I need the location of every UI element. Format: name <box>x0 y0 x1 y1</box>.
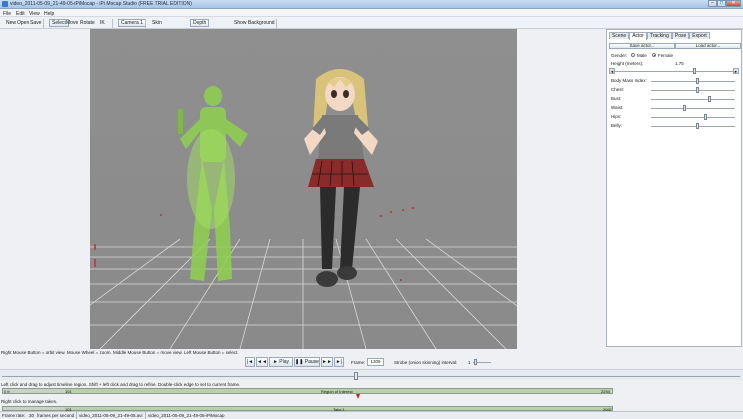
step-back-button[interactable]: ◄◄ <box>256 357 268 367</box>
region-left: 101 <box>65 389 72 394</box>
timeline-track[interactable] <box>2 376 740 377</box>
panel-tabs: Scene Actor Tracking Pose Export <box>609 32 710 40</box>
status-divider <box>76 412 77 419</box>
gender-male-radio[interactable] <box>631 53 635 57</box>
save-button[interactable]: Save <box>30 20 41 26</box>
toolbar-separator <box>145 19 146 28</box>
minimize-button[interactable]: – <box>708 0 717 7</box>
takes-hint: Right click to manage takes. <box>1 399 58 404</box>
strobe-label: Strobe (onion skinning) interval: <box>394 360 458 365</box>
toolbar-separator <box>276 19 277 28</box>
3d-viewport[interactable] <box>90 29 517 349</box>
body-slider-label: Bust: <box>611 96 622 101</box>
body-slider-thumb[interactable] <box>708 96 712 102</box>
skin-label: Skin <box>152 20 162 26</box>
rotate-tool-button[interactable]: Rotate <box>80 20 95 26</box>
save-actor-button[interactable]: Save actor... <box>609 43 675 49</box>
tab-scene[interactable]: Scene <box>609 32 630 39</box>
height-scroll-right[interactable]: ► <box>733 68 739 74</box>
first-frame-button[interactable]: |◄ <box>245 357 255 367</box>
body-slider-track[interactable] <box>651 108 735 109</box>
body-slider-label: Body Mass Index: <box>611 78 647 83</box>
project-file-name: video_2011-05-09_21-49-05-iPiMocap <box>148 413 225 418</box>
tab-pose[interactable]: Pose <box>671 32 690 39</box>
fps-unit: frames per second <box>37 413 75 418</box>
title-bar: video_2011-05-09_21-49-05-iPiMocap - iPi… <box>0 0 743 9</box>
load-actor-button[interactable]: Load actor... <box>675 43 741 49</box>
open-button[interactable]: Open <box>17 20 29 26</box>
app-icon <box>2 1 8 7</box>
strobe-slider-thumb[interactable] <box>474 359 477 365</box>
tab-export[interactable]: Export <box>689 32 710 39</box>
body-slider-track[interactable] <box>651 99 735 100</box>
frame-label: Frame: <box>351 360 366 365</box>
toolbar-separator <box>43 19 44 28</box>
ik-tool-button[interactable]: IK <box>100 20 105 26</box>
body-slider-track[interactable] <box>651 90 735 91</box>
maximize-button[interactable]: □ <box>717 0 726 7</box>
new-button[interactable]: New <box>6 20 16 26</box>
region-of-interest-bar[interactable]: 0 fr 101 Region of Interest 2294 <box>2 388 613 394</box>
region-label: Region of Interest <box>321 389 353 394</box>
gender-male-label: Male <box>637 53 647 58</box>
height-value: 1.75 <box>675 61 684 66</box>
timeline-thumb[interactable] <box>354 372 358 380</box>
viewport-scene <box>90 29 517 349</box>
status-bar: Frame rate: 30 frames per second video_2… <box>0 411 743 419</box>
body-slider-track[interactable] <box>651 81 735 82</box>
play-button[interactable]: ► Play <box>269 357 293 367</box>
body-slider-label: Chest: <box>611 87 625 92</box>
body-slider-thumb[interactable] <box>695 87 699 93</box>
body-slider-thumb[interactable] <box>695 78 699 84</box>
body-slider-thumb[interactable] <box>704 114 708 120</box>
height-label: Height (meters): <box>611 61 644 66</box>
timeline-hint: Left click and drag to adjust timeline r… <box>1 382 241 387</box>
tab-tracking[interactable]: Tracking <box>646 32 672 39</box>
frame-rate-value: 30 <box>29 413 35 418</box>
frame-rate-label: Frame rate: <box>2 413 26 418</box>
strobe-value: 1 <box>468 360 471 365</box>
gender-female-radio[interactable] <box>652 53 656 57</box>
window-title: video_2011-05-09_21-49-05-iPiMocap - iPi… <box>10 1 192 7</box>
body-slider-track[interactable] <box>651 126 735 127</box>
height-slider-thumb[interactable] <box>693 68 696 74</box>
body-slider-thumb[interactable] <box>683 105 687 111</box>
last-frame-button[interactable]: ►| <box>334 357 344 367</box>
mouse-hint: Right Mouse Button = orbit view. Mouse W… <box>1 350 239 355</box>
gender-female-label: Female <box>658 53 674 58</box>
region-start: 0 fr <box>4 389 10 394</box>
move-tool-button[interactable]: Move <box>66 20 78 26</box>
pause-button[interactable]: ❚❚ Pause <box>294 357 320 367</box>
height-slider-track[interactable] <box>613 71 737 72</box>
body-slider-track[interactable] <box>651 117 735 118</box>
depth-button[interactable]: Depth <box>190 19 210 27</box>
actor-panel: Scene Actor Tracking Pose Export Save ac… <box>606 29 742 347</box>
step-forward-button[interactable]: ►► <box>321 357 333 367</box>
body-slider-thumb[interactable] <box>695 123 699 129</box>
body-slider-label: Belly: <box>611 123 623 128</box>
body-slider-label: Waist: <box>611 105 624 110</box>
close-button[interactable]: ✕ <box>726 0 741 7</box>
toolbar: New Open Save Select Move Rotate IK Came… <box>0 17 743 42</box>
status-divider <box>145 412 146 419</box>
gender-label: Gender: <box>611 53 628 58</box>
timeline-scrubber[interactable] <box>0 369 743 380</box>
menu-bar: File Edit View Help <box>0 9 743 17</box>
tab-actor[interactable]: Actor <box>629 32 647 40</box>
video-file-name: video_2011-05-09_21-49-05.avi <box>79 413 143 418</box>
height-scroll-left[interactable]: ◄ <box>609 68 615 74</box>
window-controls: – □ ✕ <box>708 0 741 7</box>
show-background-button[interactable]: Show Background <box>234 20 275 26</box>
region-end: 2294 <box>601 389 610 394</box>
camera-select-button[interactable]: Camera 1 <box>118 19 146 27</box>
body-slider-label: Hips: <box>611 114 622 119</box>
frame-input[interactable]: 1309 <box>367 358 384 366</box>
current-frame-marker-icon[interactable] <box>356 394 360 399</box>
toolbar-separator <box>112 19 113 28</box>
